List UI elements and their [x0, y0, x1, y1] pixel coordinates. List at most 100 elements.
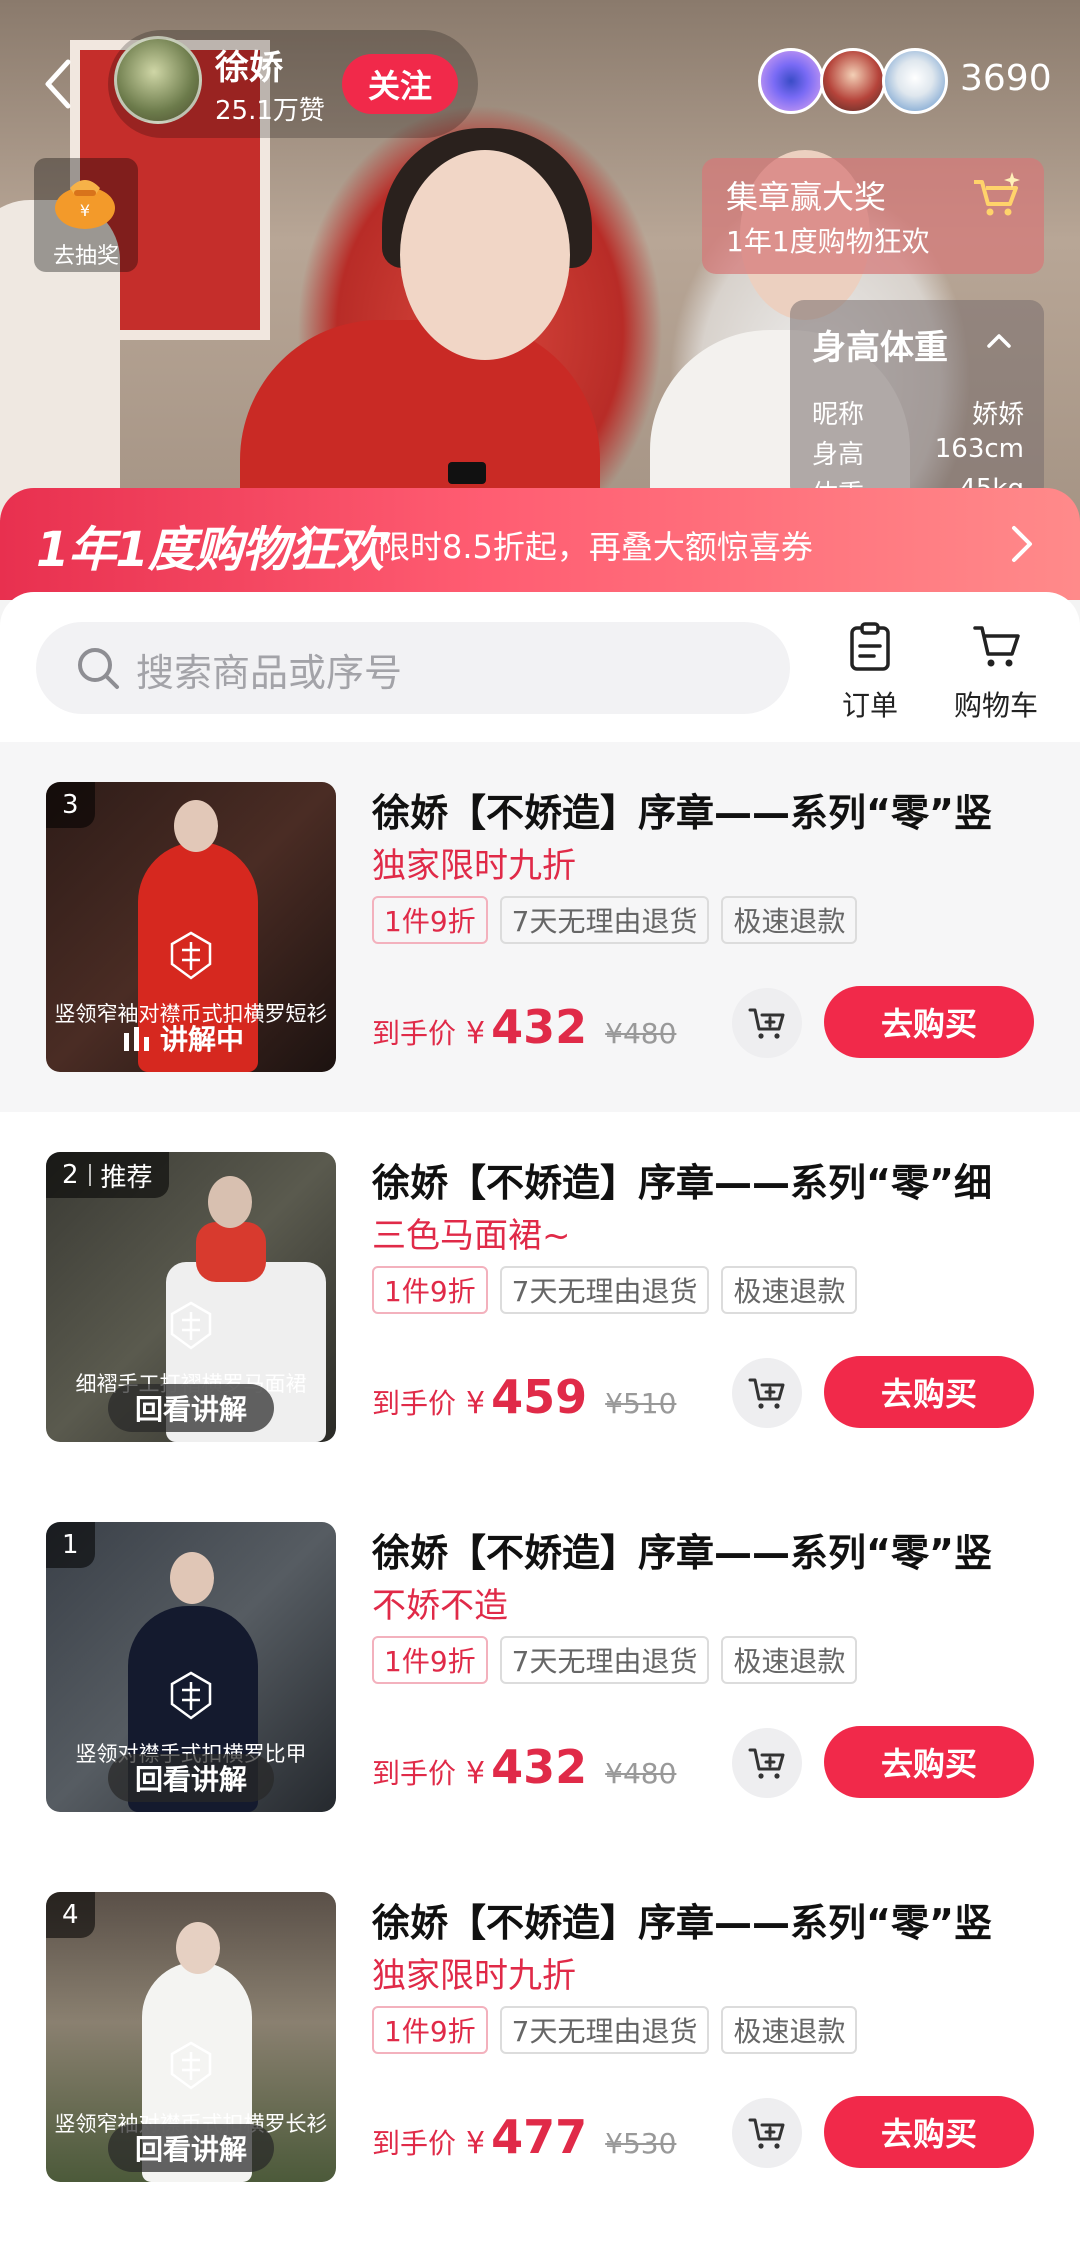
product-card[interactable]: 2 推荐 细褶手工打褶横罗马面裙 回看讲解 徐娇【不娇造】序章——系列“零”细 … — [0, 1112, 1080, 1482]
fast-refund-tag: 极速退款 — [721, 1636, 858, 1684]
buy-button[interactable]: 去购买 — [824, 2096, 1034, 2168]
search-input[interactable]: 搜索商品或序号 — [36, 622, 790, 714]
svg-text:¥: ¥ — [80, 201, 90, 220]
orders-label: 订单 — [841, 689, 898, 722]
product-title[interactable]: 徐娇【不娇造】序章——系列“零”竖 — [372, 782, 1052, 837]
profile-info-card[interactable]: 身高体重 昵称 娇娇 身高 163cm 体重 45kg — [790, 300, 1044, 500]
price-value: 477 — [491, 2110, 588, 2164]
product-title[interactable]: 徐娇【不娇造】序章——系列“零”竖 — [372, 1892, 1052, 1947]
original-price: ¥530 — [605, 2127, 677, 2160]
product-tags: 1件9折 7天无理由退货 极速退款 — [372, 1266, 858, 1314]
currency-symbol: ¥ — [466, 2126, 486, 2161]
product-card[interactable]: 1 竖领对襟手式扣横罗比甲 回看讲解 徐娇【不娇造】序章——系列“零”竖 不娇不… — [0, 1482, 1080, 1852]
buy-button[interactable]: 去购买 — [824, 1726, 1034, 1798]
currency-symbol: ¥ — [466, 1386, 486, 1421]
viewer-avatar — [882, 48, 948, 114]
brand-logo-icon — [170, 931, 212, 980]
price-value: 432 — [491, 1740, 588, 1794]
brand-logo-icon — [170, 2041, 212, 2090]
viewer-avatar — [820, 48, 886, 114]
replay-explanation-button[interactable]: 回看讲解 — [108, 1384, 274, 1432]
fast-refund-tag: 极速退款 — [721, 2006, 858, 2054]
add-to-cart-button[interactable] — [732, 1728, 802, 1798]
brand-logo-icon — [170, 1671, 212, 1720]
return-policy-tag: 7天无理由退货 — [499, 2006, 710, 2054]
anchor-name: 徐娇 — [215, 48, 283, 88]
chevron-up-icon[interactable] — [984, 326, 1014, 356]
add-to-cart-button[interactable] — [732, 2098, 802, 2168]
product-tags: 1件9折 7天无理由退货 极速退款 — [372, 896, 858, 944]
anchor-avatar[interactable] — [114, 36, 202, 124]
profile-row-height: 身高 163cm — [812, 434, 1024, 470]
explaining-status: 讲解中 — [122, 1018, 262, 1058]
cart-label: 购物车 — [953, 689, 1038, 722]
host-face — [400, 150, 570, 360]
shopping-cart-sparkle-icon — [974, 172, 1020, 216]
original-price: ¥480 — [605, 1757, 677, 1790]
product-title[interactable]: 徐娇【不娇造】序章——系列“零”细 — [372, 1152, 1052, 1207]
chevron-right-icon — [1012, 526, 1032, 562]
product-thumbnail[interactable]: 2 推荐 细褶手工打褶横罗马面裙 回看讲解 — [46, 1152, 336, 1442]
return-policy-tag: 7天无理由退货 — [499, 896, 710, 944]
discount-tag: 1件9折 — [372, 1266, 488, 1314]
stamp-event-card[interactable]: 集章赢大奖 1年1度购物狂欢 — [702, 158, 1044, 274]
recommend-badge: 推荐 — [100, 1162, 153, 1193]
price-row: 到手价 ¥ 459 ¥510 — [372, 1370, 676, 1424]
add-to-cart-icon — [748, 1748, 785, 1779]
promo-subtitle: 限时8.5折起，再叠大额惊喜券 — [378, 528, 813, 566]
original-price: ¥480 — [605, 1017, 677, 1050]
profile-card-title: 身高体重 — [812, 328, 948, 368]
price-label: 到手价 — [372, 1757, 457, 1790]
return-policy-tag: 7天无理由退货 — [499, 1266, 710, 1314]
lottery-entry[interactable]: ¥ 去抽奖 — [34, 158, 138, 272]
stamp-event-subtitle: 1年1度购物狂欢 — [726, 225, 930, 258]
currency-symbol: ¥ — [466, 1016, 486, 1051]
product-list-panel: 搜索商品或序号 订单 购物车 3 竖领窄袖对襟币式扣横罗短衫 讲解中 徐娇【不娇… — [0, 592, 1080, 2267]
product-card[interactable]: 3 竖领窄袖对襟币式扣横罗短衫 讲解中 徐娇【不娇造】序章——系列“零”竖 独家… — [0, 742, 1080, 1112]
discount-tag: 1件9折 — [372, 2006, 488, 2054]
product-subtitle: 三色马面裙~ — [372, 1216, 571, 1256]
promo-banner[interactable]: 1年1度购物狂欢 限时8.5折起，再叠大额惊喜券 — [0, 488, 1080, 600]
price-value: 432 — [491, 1000, 588, 1054]
original-price: ¥510 — [605, 1387, 677, 1420]
price-row: 到手价 ¥ 432 ¥480 — [372, 1740, 676, 1794]
price-row: 到手价 ¥ 477 ¥530 — [372, 2110, 676, 2164]
product-thumbnail[interactable]: 1 竖领对襟手式扣横罗比甲 回看讲解 — [46, 1522, 336, 1812]
cart-button[interactable]: 购物车 — [936, 622, 1056, 722]
product-index-badge: 3 — [46, 782, 95, 828]
shopping-cart-icon — [973, 626, 1020, 667]
discount-tag: 1件9折 — [372, 1636, 488, 1684]
viewer-count[interactable]: 3690 — [960, 58, 1052, 99]
product-thumbnail[interactable]: 4 竖领窄袖对襟币式扣横罗长衫 回看讲解 — [46, 1892, 336, 2182]
buy-button[interactable]: 去购买 — [824, 986, 1034, 1058]
replay-explanation-button[interactable]: 回看讲解 — [108, 1754, 274, 1802]
buy-button[interactable]: 去购买 — [824, 1356, 1034, 1428]
promo-title: 1年1度购物狂欢 — [36, 522, 384, 578]
orders-button[interactable]: 订单 — [830, 622, 910, 722]
follow-button[interactable]: 关注 — [342, 54, 458, 114]
brand-logo-icon — [170, 1301, 212, 1350]
product-index-badge: 1 — [46, 1522, 95, 1568]
add-to-cart-icon — [748, 1378, 785, 1409]
product-card[interactable]: 4 竖领窄袖对襟币式扣横罗长衫 回看讲解 徐娇【不娇造】序章——系列“零”竖 独… — [0, 1852, 1080, 2222]
add-to-cart-button[interactable] — [732, 988, 802, 1058]
equalizer-icon — [124, 1027, 149, 1051]
price-value: 459 — [491, 1370, 588, 1424]
viewer-avatars[interactable] — [758, 48, 948, 116]
price-row: 到手价 ¥ 432 ¥480 — [372, 1000, 676, 1054]
replay-explanation-button[interactable]: 回看讲解 — [108, 2124, 274, 2172]
product-thumbnail[interactable]: 3 竖领窄袖对襟币式扣横罗短衫 讲解中 — [46, 782, 336, 1072]
product-subtitle: 独家限时九折 — [372, 846, 576, 886]
product-subtitle: 独家限时九折 — [372, 1956, 576, 1996]
product-tags: 1件9折 7天无理由退货 极速退款 — [372, 2006, 858, 2054]
clipboard-icon — [850, 622, 890, 671]
back-button[interactable] — [34, 52, 82, 116]
profile-row-nickname: 昵称 娇娇 — [812, 400, 1024, 430]
discount-tag: 1件9折 — [372, 896, 488, 944]
add-to-cart-button[interactable] — [732, 1358, 802, 1428]
add-to-cart-icon — [748, 2118, 785, 2149]
product-subtitle: 不娇不造 — [372, 1586, 508, 1626]
return-policy-tag: 7天无理由退货 — [499, 1636, 710, 1684]
fast-refund-tag: 极速退款 — [721, 896, 858, 944]
product-title[interactable]: 徐娇【不娇造】序章——系列“零”竖 — [372, 1522, 1052, 1577]
